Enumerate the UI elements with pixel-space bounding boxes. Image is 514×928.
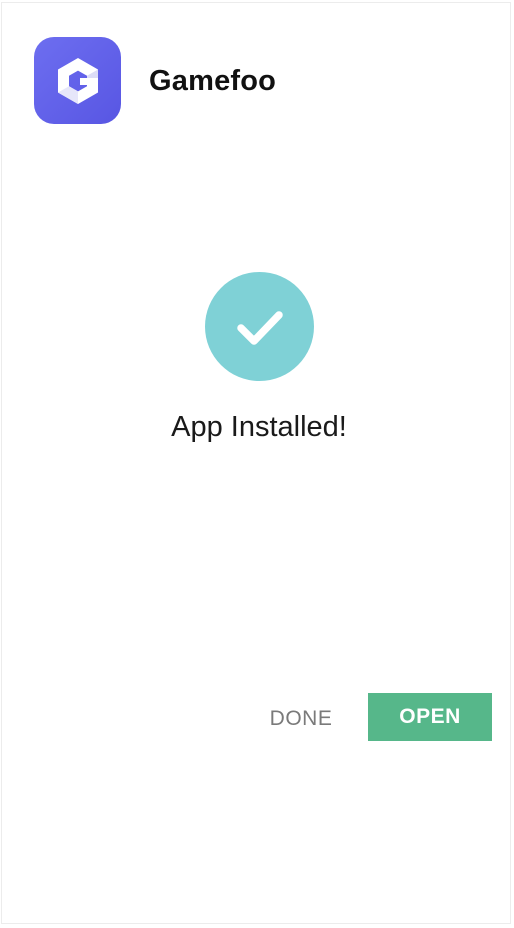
install-dialog: Gamefoo App Installed! DONE OPEN: [1, 2, 511, 924]
done-button[interactable]: DONE: [254, 699, 348, 739]
gamefoo-logo-glyph: [57, 57, 98, 104]
gamefoo-logo-icon: [34, 37, 121, 124]
checkmark-icon: [205, 272, 314, 381]
app-name: Gamefoo: [149, 65, 277, 97]
install-status-message: App Installed!: [171, 411, 347, 443]
open-button[interactable]: OPEN: [368, 693, 492, 741]
checkmark-glyph: [236, 310, 283, 345]
